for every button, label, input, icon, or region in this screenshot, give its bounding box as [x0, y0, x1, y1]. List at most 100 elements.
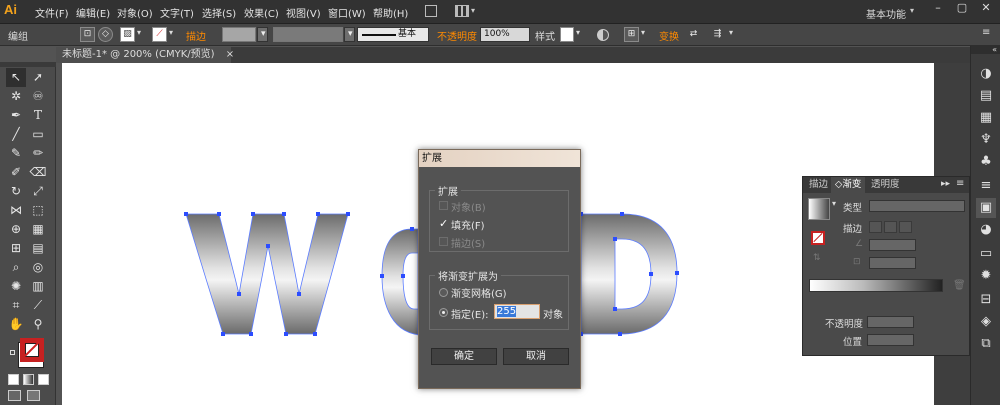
- letter-w-shape[interactable]: [185, 213, 349, 335]
- blend-tool-icon[interactable]: ◎: [28, 258, 48, 277]
- menu-edit[interactable]: 编辑(E): [76, 5, 110, 20]
- screen-mode-icon[interactable]: [27, 390, 40, 401]
- brushes-panel-icon[interactable]: ♆: [976, 130, 996, 150]
- draw-mode-icon[interactable]: [8, 390, 21, 401]
- menu-window[interactable]: 窗口(W): [328, 5, 366, 20]
- stroke-checkbox[interactable]: [439, 237, 448, 246]
- workspace-switcher[interactable]: 基本功能: [866, 6, 906, 21]
- tab-transparency[interactable]: 透明度: [867, 177, 904, 193]
- collapse-panel-icon[interactable]: ▸▸: [941, 179, 950, 189]
- menu-view[interactable]: 视图(V): [286, 5, 321, 20]
- chevron-down-icon[interactable]: ▾: [729, 28, 733, 37]
- rotate-tool-icon[interactable]: ↻: [6, 182, 26, 201]
- menu-select[interactable]: 选择(S): [202, 5, 236, 20]
- menu-effect[interactable]: 效果(C): [244, 5, 279, 20]
- minimize-button[interactable]: –: [926, 0, 950, 18]
- arrange-documents-icon[interactable]: [455, 5, 469, 17]
- swatches-panel-icon[interactable]: ▦: [976, 108, 996, 128]
- type-tool-icon[interactable]: T: [28, 106, 48, 125]
- stop-position-field[interactable]: [867, 334, 914, 346]
- direct-selection-tool-icon[interactable]: ➚: [28, 68, 48, 87]
- align-panel-icon[interactable]: ⊟: [976, 290, 996, 310]
- shape-builder-tool-icon[interactable]: ⊕: [6, 220, 26, 239]
- artboard-tool-icon[interactable]: ⌗: [6, 296, 26, 315]
- transparency-panel-icon[interactable]: ◕: [976, 220, 996, 240]
- letter-d-shape[interactable]: [580, 213, 678, 335]
- default-colors-icon[interactable]: [10, 350, 15, 355]
- lasso-tool-icon[interactable]: ♾: [28, 87, 48, 106]
- recolor-artwork-icon[interactable]: [597, 29, 609, 41]
- stroke-gradient-along-icon[interactable]: [884, 221, 897, 233]
- gradient-type-dropdown[interactable]: [869, 200, 965, 212]
- reverse-gradient-icon[interactable]: ⇅: [813, 253, 821, 263]
- object-checkbox[interactable]: [439, 201, 448, 210]
- variable-width-profile[interactable]: [273, 27, 343, 42]
- color-panel-icon[interactable]: ◑: [976, 64, 996, 84]
- stroke-weight-field[interactable]: [222, 27, 256, 42]
- rectangle-tool-icon[interactable]: ▭: [28, 125, 48, 144]
- stop-opacity-field[interactable]: [867, 316, 914, 328]
- opacity-label[interactable]: 不透明度: [437, 28, 477, 43]
- symbols-panel-icon[interactable]: ♣: [976, 152, 996, 172]
- gradient-tool-icon[interactable]: ▤: [28, 239, 48, 258]
- stroke-gradient-within-icon[interactable]: [869, 221, 882, 233]
- color-guide-icon[interactable]: ▤: [976, 86, 996, 106]
- free-transform-tool-icon[interactable]: ⬚: [28, 201, 48, 220]
- stroke-weight-dropdown[interactable]: ▾: [257, 27, 268, 42]
- perspective-grid-tool-icon[interactable]: ▦: [28, 220, 48, 239]
- mesh-tool-icon[interactable]: ⊞: [6, 239, 26, 258]
- transform-icon[interactable]: ⇄: [686, 27, 701, 42]
- close-window-button[interactable]: ✕: [974, 0, 998, 18]
- gradient-thumbnail[interactable]: [808, 198, 830, 220]
- chevron-down-icon[interactable]: ▾: [137, 28, 141, 37]
- color-mode-icon[interactable]: [8, 374, 19, 385]
- graphic-styles-icon[interactable]: ✹: [976, 266, 996, 286]
- stroke-label[interactable]: 描边: [186, 28, 206, 43]
- target-icon[interactable]: ◇: [98, 27, 113, 42]
- magic-wand-tool-icon[interactable]: ✲: [6, 87, 26, 106]
- chevron-down-icon[interactable]: ▾: [910, 6, 914, 15]
- aspect-ratio-field[interactable]: [869, 257, 916, 269]
- symbol-sprayer-tool-icon[interactable]: ✺: [6, 277, 26, 296]
- fill-swatch[interactable]: ▨: [120, 27, 135, 42]
- hand-tool-icon[interactable]: ✋: [6, 315, 26, 334]
- control-menu-icon[interactable]: ≡: [982, 27, 990, 38]
- transform-label[interactable]: 变换: [659, 28, 679, 43]
- toolbar-grip[interactable]: [0, 62, 56, 67]
- isolate-group-icon[interactable]: ⊡: [80, 27, 95, 42]
- pen-tool-icon[interactable]: ✒: [6, 106, 26, 125]
- ok-button[interactable]: 确定: [431, 348, 497, 365]
- panel-options-icon[interactable]: ⇶: [710, 27, 725, 42]
- eraser-tool-icon[interactable]: ⌫: [28, 163, 48, 182]
- chevron-down-icon[interactable]: ▾: [576, 28, 580, 37]
- profile-dropdown[interactable]: ▾: [344, 27, 355, 42]
- slice-tool-icon[interactable]: ⟋: [28, 296, 48, 315]
- menu-help[interactable]: 帮助(H): [373, 5, 408, 20]
- align-icon[interactable]: ⊞: [624, 27, 639, 42]
- graphic-style-swatch[interactable]: [560, 27, 574, 42]
- document-tab[interactable]: 未标题-1* @ 200% (CMYK/预览) ×: [56, 47, 234, 63]
- brush-definition-dropdown[interactable]: 基本: [357, 27, 429, 42]
- angle-field[interactable]: [869, 239, 916, 251]
- paintbrush-tool-icon[interactable]: ✎: [6, 144, 26, 163]
- menu-object[interactable]: 对象(O): [117, 5, 153, 20]
- stroke-none-swatch[interactable]: ⟋: [152, 27, 167, 42]
- chevron-down-icon[interactable]: ▾: [832, 199, 836, 208]
- selection-tool-icon[interactable]: ↖: [6, 68, 26, 87]
- column-graph-tool-icon[interactable]: ▥: [28, 277, 48, 296]
- zoom-tool-icon[interactable]: ⚲: [28, 315, 48, 334]
- dock-collapse-icon[interactable]: «: [971, 46, 1000, 54]
- bridge-icon[interactable]: [425, 5, 437, 17]
- pencil-tool-icon[interactable]: ✏: [28, 144, 48, 163]
- appearance-panel-icon[interactable]: ▭: [976, 244, 996, 264]
- menu-file[interactable]: 文件(F): [35, 5, 69, 20]
- width-tool-icon[interactable]: ⋈: [6, 201, 26, 220]
- chevron-down-icon[interactable]: ▾: [471, 6, 475, 15]
- scale-tool-icon[interactable]: ⤢: [28, 182, 48, 201]
- delete-stop-icon[interactable]: 🗑: [953, 280, 966, 291]
- fill-checkbox[interactable]: ✓: [439, 218, 448, 229]
- gradient-mode-icon[interactable]: [23, 374, 34, 385]
- opacity-field[interactable]: 100%: [480, 27, 530, 42]
- specify-radio[interactable]: [439, 308, 448, 317]
- artboards-panel-icon[interactable]: ⧉: [976, 334, 996, 354]
